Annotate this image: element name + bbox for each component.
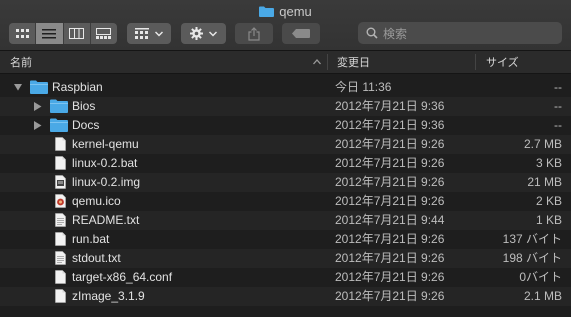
file-size: -- — [554, 80, 562, 94]
search-placeholder: 検索 — [383, 26, 408, 41]
file-name: stdout.txt — [72, 251, 121, 265]
file-size: 21 MB — [527, 175, 562, 189]
file-date: 2012年7月21日 9:26 — [335, 156, 445, 170]
group-grid-icon — [135, 28, 149, 39]
tags-button[interactable] — [282, 23, 320, 44]
search-field[interactable]: 検索 — [358, 22, 562, 44]
disclosure-collapsed-icon[interactable] — [34, 121, 42, 130]
file-name: linux-0.2.img — [72, 175, 141, 189]
file-size: 1 KB — [535, 213, 562, 227]
icon-view-button[interactable] — [9, 23, 37, 44]
file-date: 2012年7月21日 9:26 — [335, 137, 445, 151]
columns-icon — [69, 28, 85, 39]
file-size: -- — [554, 118, 562, 132]
gallery-view-button[interactable] — [91, 23, 117, 44]
list-item[interactable]: target-x86_64.conf 2012年7月21日 9:26 0バイト — [0, 268, 571, 287]
share-button[interactable] — [235, 23, 273, 44]
file-name: Docs — [72, 118, 100, 132]
window-titlebar: qemu 検索 — [0, 0, 571, 51]
file-date: 2012年7月21日 9:26 — [335, 289, 445, 303]
list-item[interactable]: Docs 2012年7月21日 9:36 -- — [0, 116, 571, 135]
disclosure-expanded-icon[interactable] — [14, 83, 22, 92]
disclosure-collapsed-icon[interactable] — [34, 102, 42, 111]
file-date: 2012年7月21日 9:26 — [335, 175, 445, 189]
document-icon — [55, 156, 66, 170]
list-item[interactable]: kernel-qemu 2012年7月21日 9:26 2.7 MB — [0, 135, 571, 154]
file-date: 2012年7月21日 9:26 — [335, 270, 445, 284]
folder-icon — [50, 99, 68, 113]
file-name: run.bat — [72, 232, 110, 246]
file-size: 3 KB — [535, 156, 562, 170]
search-icon — [366, 27, 378, 39]
column-header: 名前 変更日 サイズ — [0, 51, 571, 74]
list-item[interactable]: README.txt 2012年7月21日 9:44 1 KB — [0, 211, 571, 230]
file-date: 2012年7月21日 9:36 — [335, 118, 445, 132]
file-size: 137 バイト — [502, 232, 562, 246]
file-size: 2.1 MB — [523, 289, 562, 303]
column-size-header[interactable]: サイズ — [486, 51, 519, 73]
list-item[interactable]: linux-0.2.bat 2012年7月21日 9:26 3 KB — [0, 154, 571, 173]
file-name: qemu.ico — [72, 194, 121, 208]
gear-icon — [190, 27, 203, 40]
column-divider[interactable] — [327, 54, 328, 70]
list-item[interactable]: linux-0.2.img 2012年7月21日 9:26 21 MB — [0, 173, 571, 192]
list-item[interactable]: Bios 2012年7月21日 9:36 -- — [0, 97, 571, 116]
list-item[interactable]: run.bat 2012年7月21日 9:26 137 バイト — [0, 230, 571, 249]
file-date: 2012年7月21日 9:26 — [335, 232, 445, 246]
folder-icon — [259, 6, 275, 17]
action-menu-button[interactable] — [181, 23, 226, 44]
tag-icon — [292, 29, 310, 38]
file-name: kernel-qemu — [72, 137, 139, 151]
window-title: qemu — [0, 3, 571, 19]
file-date: 2012年7月21日 9:26 — [335, 251, 445, 265]
grid-icon — [15, 28, 29, 38]
folder-icon — [30, 80, 48, 94]
file-name: zImage_3.1.9 — [72, 289, 145, 303]
list-item[interactable]: zImage_3.1.9 2012年7月21日 9:26 2.1 MB — [0, 287, 571, 306]
document-icon — [55, 232, 66, 246]
document-icon — [55, 137, 66, 151]
file-date: 今日 11:36 — [335, 80, 392, 94]
chevron-down-icon — [155, 30, 163, 37]
list-view-button[interactable] — [36, 23, 64, 44]
ico-file-icon — [55, 194, 66, 208]
column-divider[interactable] — [475, 54, 476, 70]
group-by-button[interactable] — [127, 23, 171, 44]
file-size: 2 KB — [535, 194, 562, 208]
file-name: target-x86_64.conf — [72, 270, 173, 284]
share-icon — [248, 26, 260, 41]
column-view-button[interactable] — [64, 23, 91, 44]
file-list: Raspbian 今日 11:36 -- Bios 2012年7月21日 9:3… — [0, 78, 571, 306]
sort-chevron-icon[interactable] — [312, 57, 322, 67]
file-name: README.txt — [72, 213, 140, 227]
list-item[interactable]: qemu.ico 2012年7月21日 9:26 2 KB — [0, 192, 571, 211]
file-date: 2012年7月21日 9:44 — [335, 213, 445, 227]
folder-icon — [50, 118, 68, 132]
gallery-icon — [96, 28, 112, 39]
view-mode-group[interactable] — [9, 23, 117, 44]
file-name: Raspbian — [52, 80, 103, 94]
file-size: 2.7 MB — [523, 137, 562, 151]
file-date: 2012年7月21日 9:36 — [335, 99, 445, 113]
file-date: 2012年7月21日 9:26 — [335, 194, 445, 208]
chevron-down-icon — [209, 30, 217, 37]
file-size: -- — [554, 99, 562, 113]
file-name: linux-0.2.bat — [72, 156, 138, 170]
column-modified-header[interactable]: 変更日 — [337, 51, 370, 73]
column-name-header[interactable]: 名前 — [10, 51, 32, 73]
disk-image-icon — [55, 175, 66, 189]
text-file-icon — [55, 213, 66, 227]
text-file-icon — [55, 251, 66, 265]
file-size: 198 バイト — [502, 251, 562, 265]
file-size: 0バイト — [519, 270, 562, 284]
list-icon — [42, 28, 57, 38]
document-icon — [55, 289, 66, 303]
window-title-text: qemu — [279, 3, 312, 19]
document-icon — [55, 270, 66, 284]
list-item[interactable]: stdout.txt 2012年7月21日 9:26 198 バイト — [0, 249, 571, 268]
file-name: Bios — [72, 99, 96, 113]
list-item[interactable]: Raspbian 今日 11:36 -- — [0, 78, 571, 97]
